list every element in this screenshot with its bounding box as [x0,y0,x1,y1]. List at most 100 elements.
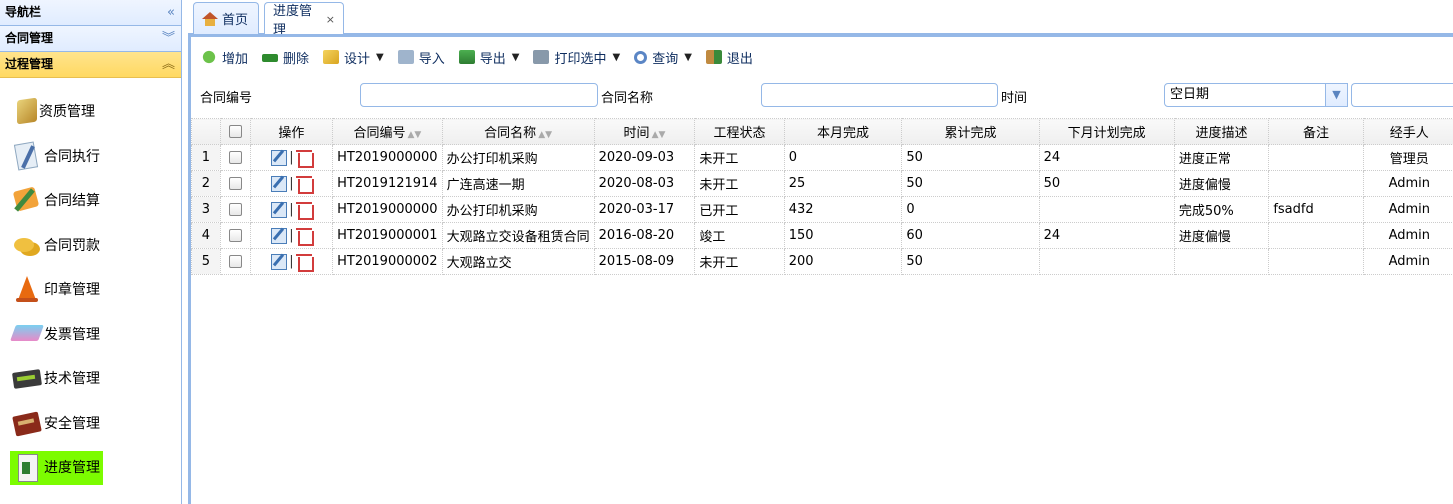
edit-icon[interactable] [271,149,288,166]
sidebar-item-progress-management[interactable]: 进度管理 [0,445,181,490]
operation-cell: | [249,248,334,275]
progress-data-grid: 操作 合同编号 ▲▼ 合同名称 ▲▼ 时间 ▲▼ 工程状态 本月完成 累计完成 下月计… [191,118,1453,275]
row-actions: | [255,227,328,246]
time-end-input[interactable] [1351,83,1453,107]
select-all-checkbox[interactable] [219,118,251,145]
next-month-plan-cell: 50 [1038,170,1175,197]
action-separator: | [289,176,294,191]
delete-icon [262,54,279,62]
chevron-down-icon[interactable]: ▼ [1325,84,1347,106]
print-selected-menu-button[interactable]: 打印选中 ▼ [533,48,620,67]
column-header-next-month-plan: 下月计划完成 [1038,118,1175,145]
remark-cell [1268,222,1364,249]
contract-no-input[interactable] [360,83,598,107]
dropdown-caret-icon: ▼ [684,51,692,63]
collapse-chevron-icon[interactable]: ︽ [162,52,175,77]
printer-icon [533,50,550,64]
sidebar-item-contract-settlement[interactable]: 合同结算 [0,178,181,223]
sidebar-item-label: 合同结算 [44,193,100,210]
contract-no-cell: HT2019000000 [332,144,443,171]
trash-icon[interactable] [295,175,314,194]
sidebar-item-technical-management[interactable]: 技术管理 [0,356,181,401]
section-contract-management[interactable]: 合同管理 ︾ [0,26,181,52]
progress-desc-cell: 进度偏慢 [1173,222,1270,249]
tab-progress-management[interactable]: 进度管理 × [264,2,344,38]
trash-icon[interactable] [295,227,314,246]
status-cell: 已开工 [694,196,785,223]
column-header-total-complete: 累计完成 [901,118,1040,145]
row-checkbox[interactable] [219,196,251,223]
contract-name-label: 合同名称 [601,91,654,106]
exit-button[interactable]: 退出 [705,48,753,67]
trash-icon[interactable] [295,201,314,220]
remark-cell [1268,144,1364,171]
invoice-stack-icon [12,319,42,349]
delete-button[interactable]: 删除 [262,48,309,67]
import-button[interactable]: 导入 [397,48,445,67]
operation-cell: | [249,196,334,223]
close-tab-icon[interactable]: × [326,13,335,26]
status-cell: 未开工 [694,144,785,171]
excel-export-icon [458,50,475,64]
sidebar-item-safety-management[interactable]: 安全管理 [0,401,181,446]
contract-name-input[interactable] [761,83,998,107]
row-checkbox[interactable] [219,144,251,171]
sidebar-item-contract-penalty[interactable]: 合同罚款 [0,223,181,268]
row-checkbox[interactable] [219,248,251,275]
sidebar-header: 导航栏 « [0,0,181,26]
edit-icon[interactable] [271,253,288,270]
month-complete-cell: 200 [783,248,903,275]
contract-no-cell: HT2019000000 [332,196,443,223]
table-row[interactable]: 5 | HT2019000002 大观路立交 2015-08-09 未开工 200 50 Adm… [191,248,1453,275]
design-menu-button[interactable]: 设计 ▼ [323,48,384,67]
query-menu-button[interactable]: 查询 ▼ [634,48,692,67]
operation-cell: | [249,222,334,249]
handler-cell: Admin [1362,248,1453,275]
tab-home[interactable]: 首页 [193,2,259,34]
sidebar-item-invoice-management[interactable]: 发票管理 [0,312,181,357]
edit-icon[interactable] [271,201,288,218]
expand-chevron-icon[interactable]: ︾ [162,26,175,51]
total-complete-cell: 50 [901,170,1040,197]
sidebar-item-qualification[interactable]: 资质管理 [0,89,181,134]
row-actions: | [255,149,328,168]
time-date-select[interactable]: 空日期 [1164,83,1348,107]
contract-name-cell: 办公打印机采购 [441,196,595,223]
next-month-plan-cell: 24 [1038,222,1175,249]
contract-name-cell: 大观路立交设备租赁合同 [441,222,595,249]
row-checkbox[interactable] [219,222,251,249]
table-row[interactable]: 4 | HT2019000001 大观路立交设备租赁合同 2016-08-20 竣工 150… [191,222,1453,249]
month-complete-cell: 432 [783,196,903,223]
total-complete-cell: 60 [901,222,1040,249]
edit-icon[interactable] [271,175,288,192]
column-header-time[interactable]: 时间 ▲▼ [593,118,696,145]
tech-device-icon [12,363,42,393]
sidebar-item-seal-management[interactable]: 印章管理 [0,267,181,312]
exit-door-icon [705,50,722,64]
column-header-remark: 备注 [1268,118,1364,145]
row-checkbox[interactable] [219,170,251,197]
exit-label: 退出 [726,51,753,67]
table-row[interactable]: 1 | HT2019000000 办公打印机采购 2020-09-03 未开工 0 50 24 进… [191,144,1453,171]
edit-icon[interactable] [271,227,288,244]
row-actions: | [255,175,328,194]
handler-cell: Admin [1362,222,1453,249]
column-header-operation: 操作 [249,118,334,145]
add-button[interactable]: 增加 [201,48,248,67]
table-row[interactable]: 2 | HT2019121914 广连高速一期 2020-08-03 未开工 25 50 50 进… [191,170,1453,197]
contract-no-cell: HT2019000001 [332,222,443,249]
sidebar-item-label: 技术管理 [44,371,100,388]
column-header-contract-no[interactable]: 合同编号 ▲▼ [332,118,443,145]
trash-icon[interactable] [295,253,314,272]
import-icon [397,50,414,64]
collapse-sidebar-icon[interactable]: « [167,0,175,25]
trash-icon[interactable] [295,149,314,168]
column-header-contract-name[interactable]: 合同名称 ▲▼ [441,118,595,145]
sidebar-item-contract-execution[interactable]: 合同执行 [0,134,181,179]
column-header-month-complete: 本月完成 [783,118,903,145]
export-menu-button[interactable]: 导出 ▼ [458,48,519,67]
row-number: 3 [191,196,221,223]
status-cell: 竣工 [694,222,785,249]
section-process-management[interactable]: 过程管理 ︽ [0,52,181,78]
table-row[interactable]: 3 | HT2019000000 办公打印机采购 2020-03-17 已开工 432 0 完成… [191,196,1453,223]
